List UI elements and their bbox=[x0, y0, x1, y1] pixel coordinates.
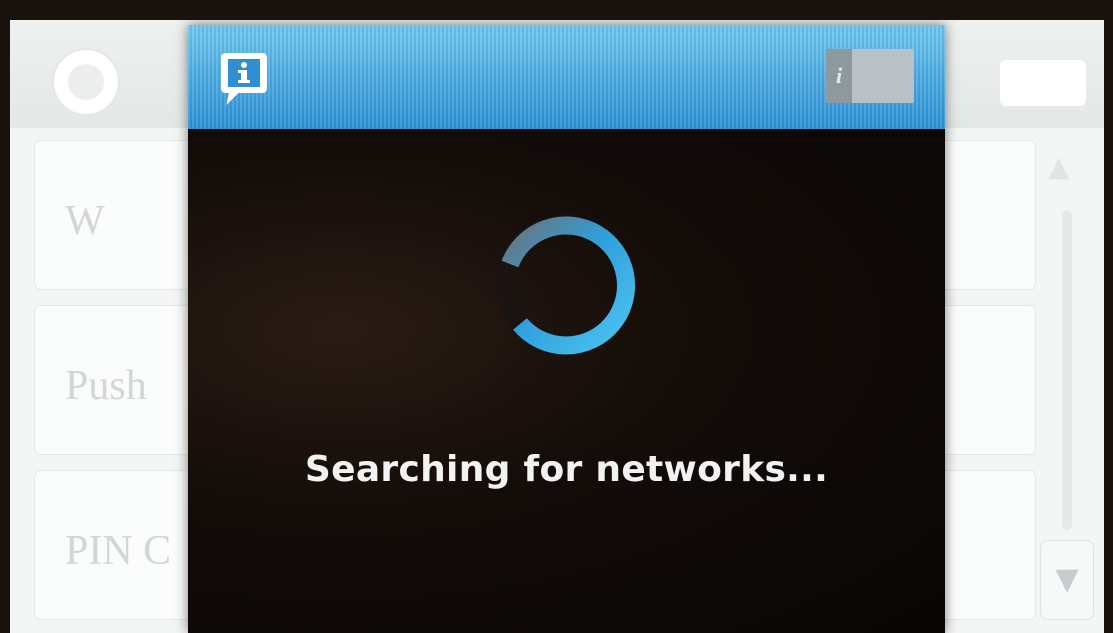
info-icon: i bbox=[826, 49, 852, 103]
background-list-item-label: PIN C bbox=[65, 528, 172, 574]
dialog-title-bar: i bbox=[188, 25, 945, 129]
home-icon bbox=[52, 48, 120, 116]
scroll-up-icon: ▲ bbox=[1048, 150, 1070, 183]
info-toggle-button[interactable]: i bbox=[826, 49, 914, 103]
printer-lcd-screen: W Push PIN C ▲ ▼ i Searching for network… bbox=[10, 20, 1104, 633]
status-message: Searching for networks... bbox=[304, 449, 829, 490]
searching-dialog: i Searching for networks... bbox=[188, 25, 945, 633]
scroll-track bbox=[1062, 210, 1072, 530]
info-bubble-icon bbox=[221, 53, 267, 106]
dialog-body: Searching for networks... bbox=[188, 129, 945, 633]
background-top-right-button bbox=[1000, 60, 1086, 106]
background-list-item-label: Push bbox=[65, 363, 147, 409]
background-list-item-label: W bbox=[65, 198, 105, 244]
scroll-down-button: ▼ bbox=[1040, 540, 1094, 620]
loading-spinner-icon bbox=[496, 215, 636, 355]
background-scrollbar: ▲ ▼ bbox=[1040, 140, 1094, 630]
